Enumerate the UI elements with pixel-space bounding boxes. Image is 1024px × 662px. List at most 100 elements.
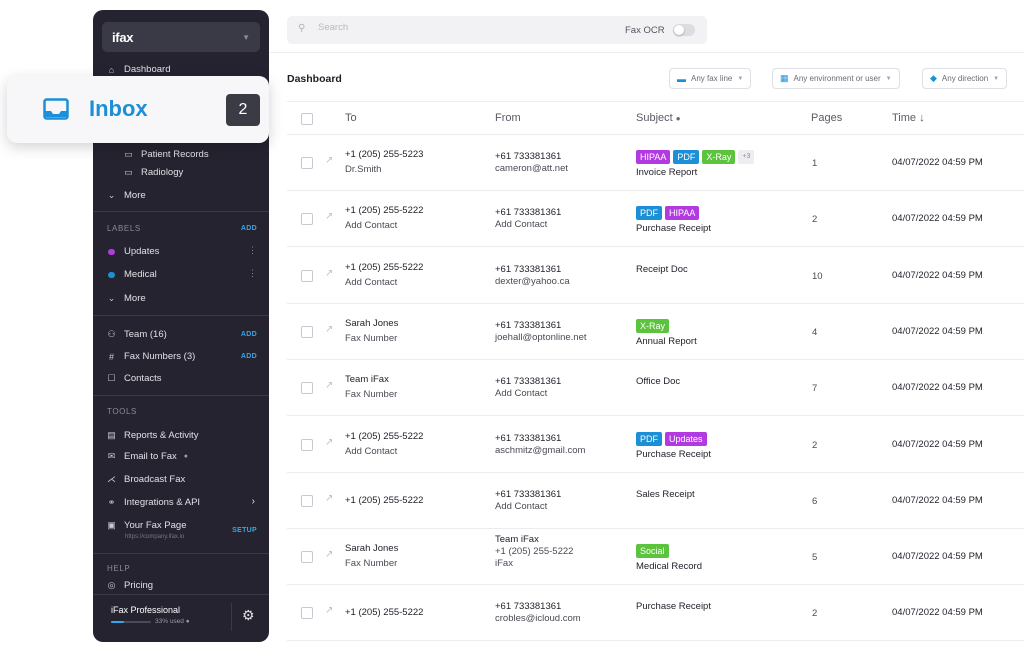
add-fax-number-button[interactable]: ADD <box>241 353 257 360</box>
tag-badge[interactable]: PDF <box>636 431 662 446</box>
fax-icon: ▬ <box>677 73 686 84</box>
pages-count: 4 <box>812 326 818 338</box>
info-icon[interactable]: ● <box>676 114 681 123</box>
info-icon[interactable]: ● <box>186 618 190 625</box>
table-row[interactable]: ↗ +1 (205) 255-5222 +61 733381361 Add Conta… <box>287 473 1024 529</box>
column-header-pages[interactable]: Pages <box>811 112 842 124</box>
row-checkbox[interactable] <box>301 551 313 564</box>
tag-badge[interactable]: PDF <box>673 150 700 164</box>
direction-filter[interactable]: ◆ Any direction ▼ <box>922 68 1008 89</box>
table-row[interactable]: ↗ Sarah Jones Fax Number Team iFax +1 (205) … <box>287 529 1024 586</box>
row-checkbox[interactable] <box>301 213 313 226</box>
sidebar-item-label: Radiology <box>141 167 184 178</box>
sidebar-item-email-to-fax[interactable]: ✉ Email to Fax ● <box>106 451 188 462</box>
table-row[interactable]: ↗ +1 (205) 255-5222 +61 733381361 crobles@i… <box>287 585 1024 642</box>
table-row[interactable]: ↗ +1 (205) 255-5222 Add Contact +61 7333813… <box>287 417 1024 473</box>
add-team-button[interactable]: ADD <box>241 331 257 338</box>
row-checkbox[interactable] <box>301 382 313 395</box>
column-header-from[interactable]: From <box>495 112 521 124</box>
table-row[interactable]: ↗ Team iFax Fax Number +61 733381361 Add Con… <box>287 360 1024 417</box>
add-label-button[interactable]: ADD <box>241 225 257 232</box>
sidebar-label-updates[interactable]: Updates <box>106 246 159 257</box>
gear-icon[interactable]: ⚙ <box>242 607 255 624</box>
environment-filter[interactable]: ▦ Any environment or user ▼ <box>772 68 900 89</box>
sidebar-folders-more[interactable]: ⌄ More <box>106 190 146 201</box>
plan-usage-bar <box>111 621 151 623</box>
from-secondary: joehall@optonline.net <box>495 331 587 343</box>
to-secondary: Fax Number <box>345 389 398 401</box>
sidebar-label-medical[interactable]: Medical <box>106 269 157 280</box>
search-input[interactable] <box>318 22 578 33</box>
outgoing-arrow-icon: ↗ <box>325 155 334 166</box>
to-secondary[interactable]: Add Contact <box>345 446 397 457</box>
sidebar-folder-radiology[interactable]: ▭ Radiology <box>123 167 183 178</box>
search-icon: ⚲ <box>298 23 306 34</box>
sidebar-item-label: More <box>124 293 146 304</box>
from-secondary[interactable]: Add Contact <box>495 501 547 512</box>
sidebar-item-fax-page[interactable]: ▣ Your Fax Page <box>106 520 186 531</box>
table-row[interactable]: ↗ +1 (205) 255-5222 Add Contact +61 7333813… <box>287 248 1024 304</box>
sidebar-item-fax-numbers[interactable]: # Fax Numbers (3) <box>106 351 195 362</box>
sidebar-item-contacts[interactable]: ☐ Contacts <box>106 373 162 384</box>
tools-heading: TOOLS <box>107 407 137 416</box>
outgoing-arrow-icon: ↗ <box>325 492 334 504</box>
sidebar-item-broadcast[interactable]: ⋌ Broadcast Fax <box>106 474 185 485</box>
row-checkbox[interactable] <box>301 494 313 507</box>
setup-fax-page-button[interactable]: SETUP <box>232 527 257 534</box>
divider <box>93 315 269 316</box>
fax-line-filter[interactable]: ▬ Any fax line ▼ <box>669 68 752 89</box>
inbox-highlight-card[interactable]: Inbox 2 <box>7 76 269 143</box>
column-header-label: Subject <box>636 112 673 124</box>
team-icon: ⚇ <box>107 329 116 339</box>
table-header: To From Subject ● Pages Time ↓ <box>287 101 1024 135</box>
sidebar-item-pricing[interactable]: ◎ Pricing <box>106 580 153 591</box>
table-row[interactable]: ↗ +1 (205) 255-5223 Dr.Smith +61 733381361 c… <box>287 135 1024 191</box>
column-header-time[interactable]: Time ↓ <box>892 112 925 124</box>
tag-badge[interactable]: X-Ray <box>636 318 670 333</box>
sidebar-item-label: Updates <box>124 246 160 257</box>
row-checkbox[interactable] <box>301 157 313 169</box>
to-primary: +1 (205) 255-5222 <box>345 430 424 442</box>
from-secondary[interactable]: Add Contact <box>495 219 547 230</box>
chevron-down-icon: ▼ <box>885 75 892 82</box>
tag-badge[interactable]: PDF <box>636 206 662 221</box>
sidebar-item-integrations[interactable]: ⚭ Integrations & API <box>106 497 200 508</box>
tag-badge[interactable]: Social <box>636 544 669 559</box>
info-icon[interactable]: ● <box>184 453 188 460</box>
to-primary: Team iFax <box>345 374 389 386</box>
fax-ocr-toggle[interactable] <box>673 24 695 36</box>
row-checkbox[interactable] <box>301 607 313 620</box>
row-checkbox[interactable] <box>301 269 313 282</box>
subject-text: Purchase Receipt <box>636 223 711 235</box>
sidebar-labels-more[interactable]: ⌄ More <box>106 293 146 304</box>
outgoing-arrow-icon: ↗ <box>325 605 334 617</box>
select-all-checkbox[interactable] <box>301 113 313 125</box>
timestamp: 04/07/2022 04:59 PM <box>892 157 983 168</box>
to-secondary[interactable]: Add Contact <box>345 220 397 231</box>
sidebar-item-reports[interactable]: ▤ Reports & Activity <box>106 430 198 441</box>
sidebar-folder-patient-records[interactable]: ▭ Patient Records <box>123 149 209 160</box>
to-secondary[interactable]: Add Contact <box>345 277 397 288</box>
table-row[interactable]: ↗ Sarah Jones Fax Number +61 733381361 joeha… <box>287 304 1024 360</box>
sidebar-item-label: Patient Records <box>141 149 209 160</box>
tag-badge[interactable]: HIPAA <box>636 150 671 164</box>
column-header-subject[interactable]: Subject ● <box>636 112 681 124</box>
more-options-icon[interactable]: ⋮ <box>248 268 257 279</box>
outgoing-arrow-icon: ↗ <box>325 549 334 561</box>
sidebar-item-dashboard[interactable]: ⌂ Dashboard <box>106 64 171 75</box>
more-tags-badge[interactable]: +3 <box>738 150 755 164</box>
table-row[interactable]: ↗ +1 (205) 255-5222 Add Contact +61 7333813… <box>287 191 1024 248</box>
workspace-switcher[interactable]: ifax ▼ <box>102 22 260 52</box>
sidebar-item-label: Pricing <box>124 580 154 591</box>
sidebar-item-team[interactable]: ⚇ Team (16) <box>106 329 166 340</box>
row-checkbox[interactable] <box>301 325 313 338</box>
row-checkbox[interactable] <box>301 438 313 451</box>
subject-text: Purchase Receipt <box>636 601 711 613</box>
more-options-icon[interactable]: ⋮ <box>248 245 257 256</box>
sidebar-item-label: Contacts <box>124 373 162 384</box>
tag-badge[interactable]: HIPAA <box>665 206 700 221</box>
from-secondary[interactable]: Add Contact <box>495 388 547 399</box>
column-header-to[interactable]: To <box>345 112 357 124</box>
tag-badge[interactable]: X-Ray <box>702 150 736 164</box>
tag-badge[interactable]: Updates <box>665 431 707 446</box>
